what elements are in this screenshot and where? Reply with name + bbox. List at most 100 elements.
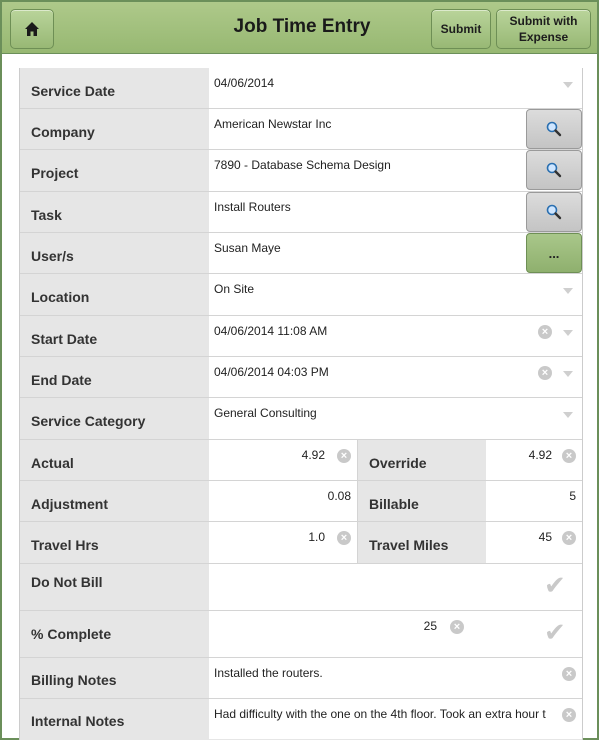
billable-label-cell: Billable bbox=[357, 481, 486, 521]
row-pct-complete: % Complete 25 × ✔ bbox=[20, 611, 582, 658]
service-category-label: Service Category bbox=[31, 413, 146, 429]
row-do-not-bill: Do Not Bill ✔ bbox=[20, 564, 582, 611]
row-start-date: Start Date 04/06/2014 11:08 AM × bbox=[20, 316, 582, 357]
project-label: Project bbox=[31, 165, 79, 181]
company-value: American Newstar Inc bbox=[214, 117, 332, 131]
travel-hrs-field[interactable]: 1.0 × bbox=[209, 522, 357, 563]
row-adjustment-billable: Adjustment 0.08 Billable 5 bbox=[20, 481, 582, 522]
row-end-date: End Date 04/06/2014 04:03 PM × bbox=[20, 357, 582, 398]
override-field[interactable]: 4.92 × bbox=[486, 440, 582, 480]
form-content: Service Date 04/06/2014 Company American… bbox=[19, 68, 583, 740]
internal-notes-label: Internal Notes bbox=[31, 713, 125, 729]
chevron-down-icon[interactable] bbox=[563, 330, 573, 336]
service-category-value: General Consulting bbox=[214, 406, 317, 420]
home-icon bbox=[25, 22, 39, 36]
chevron-down-icon[interactable] bbox=[563, 412, 573, 418]
start-date-field[interactable]: 04/06/2014 11:08 AM × bbox=[209, 316, 582, 356]
service-category-field[interactable]: General Consulting bbox=[209, 398, 582, 439]
clear-icon[interactable]: × bbox=[538, 325, 552, 339]
location-field[interactable]: On Site bbox=[209, 274, 582, 315]
pct-complete-label: % Complete bbox=[31, 626, 112, 642]
clear-icon[interactable]: × bbox=[562, 667, 576, 681]
clear-icon[interactable]: × bbox=[337, 531, 351, 545]
billable-field[interactable]: 5 bbox=[486, 481, 582, 521]
adjustment-label: Adjustment bbox=[31, 496, 108, 512]
billable-label: Billable bbox=[369, 496, 419, 512]
internal-notes-field[interactable]: Had difficulty with the one on the 4th f… bbox=[209, 699, 582, 739]
row-billing-notes: Billing Notes Installed the routers. × bbox=[20, 658, 582, 699]
end-date-value: 04/06/2014 04:03 PM bbox=[214, 365, 329, 379]
row-users: User/s Susan Maye ... bbox=[20, 233, 582, 274]
checkmark-icon[interactable]: ✔ bbox=[544, 570, 566, 601]
project-search-button[interactable] bbox=[526, 150, 582, 190]
home-button[interactable] bbox=[10, 9, 54, 49]
override-label-cell: Override bbox=[357, 440, 486, 480]
clear-icon[interactable]: × bbox=[562, 708, 576, 722]
page-title: Job Time Entry bbox=[233, 16, 371, 37]
billing-notes-value: Installed the routers. bbox=[214, 666, 323, 680]
adjustment-value: 0.08 bbox=[327, 489, 351, 503]
submit-with-expense-button[interactable]: Submit with Expense bbox=[496, 9, 591, 49]
override-value: 4.92 bbox=[528, 448, 552, 462]
actual-value: 4.92 bbox=[301, 448, 325, 462]
clear-icon[interactable]: × bbox=[450, 620, 464, 634]
magnifier-icon bbox=[546, 162, 562, 178]
users-value: Susan Maye bbox=[214, 241, 281, 255]
clear-icon[interactable]: × bbox=[337, 449, 351, 463]
project-value: 7890 - Database Schema Design bbox=[214, 158, 391, 172]
billing-notes-field[interactable]: Installed the routers. × bbox=[209, 658, 582, 698]
company-search-button[interactable] bbox=[526, 109, 582, 149]
travel-miles-label-cell: Travel Miles bbox=[357, 522, 486, 563]
magnifier-icon bbox=[546, 121, 562, 137]
service-date-field[interactable]: 04/06/2014 bbox=[209, 68, 582, 108]
travel-miles-label: Travel Miles bbox=[369, 537, 449, 553]
users-select-button[interactable]: ... bbox=[526, 233, 582, 273]
travel-hrs-label: Travel Hrs bbox=[31, 537, 99, 553]
actual-field[interactable]: 4.92 × bbox=[209, 440, 357, 480]
internal-notes-value: Had difficulty with the one on the 4th f… bbox=[214, 707, 546, 721]
location-label: Location bbox=[31, 289, 90, 305]
task-search-button[interactable] bbox=[526, 192, 582, 232]
start-date-value: 04/06/2014 11:08 AM bbox=[214, 324, 328, 338]
end-date-label: End Date bbox=[31, 372, 92, 388]
clear-icon[interactable]: × bbox=[562, 531, 576, 545]
actual-label: Actual bbox=[31, 455, 74, 471]
row-location: Location On Site bbox=[20, 274, 582, 316]
travel-miles-field[interactable]: 45 × bbox=[486, 522, 582, 563]
company-label: Company bbox=[31, 124, 95, 140]
row-travel: Travel Hrs 1.0 × Travel Miles 45 × bbox=[20, 522, 582, 564]
do-not-bill-label: Do Not Bill bbox=[31, 574, 103, 590]
task-label: Task bbox=[31, 207, 62, 223]
clear-icon[interactable]: × bbox=[562, 449, 576, 463]
billable-value: 5 bbox=[569, 489, 576, 503]
checkmark-icon[interactable]: ✔ bbox=[544, 617, 566, 648]
end-date-field[interactable]: 04/06/2014 04:03 PM × bbox=[209, 357, 582, 397]
chevron-down-icon[interactable] bbox=[563, 82, 573, 88]
clear-icon[interactable]: × bbox=[538, 366, 552, 380]
service-date-value: 04/06/2014 bbox=[214, 76, 275, 90]
start-date-label: Start Date bbox=[31, 331, 98, 347]
chevron-down-icon[interactable] bbox=[563, 371, 573, 377]
row-company: Company American Newstar Inc bbox=[20, 109, 582, 150]
row-service-category: Service Category General Consulting bbox=[20, 398, 582, 440]
location-value: On Site bbox=[214, 282, 255, 296]
row-actual-override: Actual 4.92 × Override 4.92 × bbox=[20, 440, 582, 481]
task-value: Install Routers bbox=[214, 200, 291, 214]
billing-notes-label: Billing Notes bbox=[31, 672, 117, 688]
do-not-bill-field: ✔ bbox=[209, 564, 582, 610]
header-bar: Job Time Entry Submit Submit with Expens… bbox=[2, 2, 597, 54]
travel-miles-value: 45 bbox=[538, 530, 552, 544]
row-internal-notes: Internal Notes Had difficulty with the o… bbox=[20, 699, 582, 739]
travel-hrs-value: 1.0 bbox=[308, 530, 325, 544]
adjustment-field[interactable]: 0.08 bbox=[209, 481, 357, 521]
row-task: Task Install Routers bbox=[20, 192, 582, 233]
submit-button[interactable]: Submit bbox=[431, 9, 491, 49]
service-date-label: Service Date bbox=[31, 83, 116, 99]
users-label: User/s bbox=[31, 248, 74, 264]
override-label: Override bbox=[369, 455, 427, 471]
row-project: Project 7890 - Database Schema Design bbox=[20, 150, 582, 192]
app-frame: Job Time Entry Submit Submit with Expens… bbox=[0, 0, 599, 740]
chevron-down-icon[interactable] bbox=[563, 288, 573, 294]
pct-complete-field[interactable]: 25 × ✔ bbox=[209, 611, 582, 657]
row-service-date: Service Date 04/06/2014 bbox=[20, 68, 582, 109]
